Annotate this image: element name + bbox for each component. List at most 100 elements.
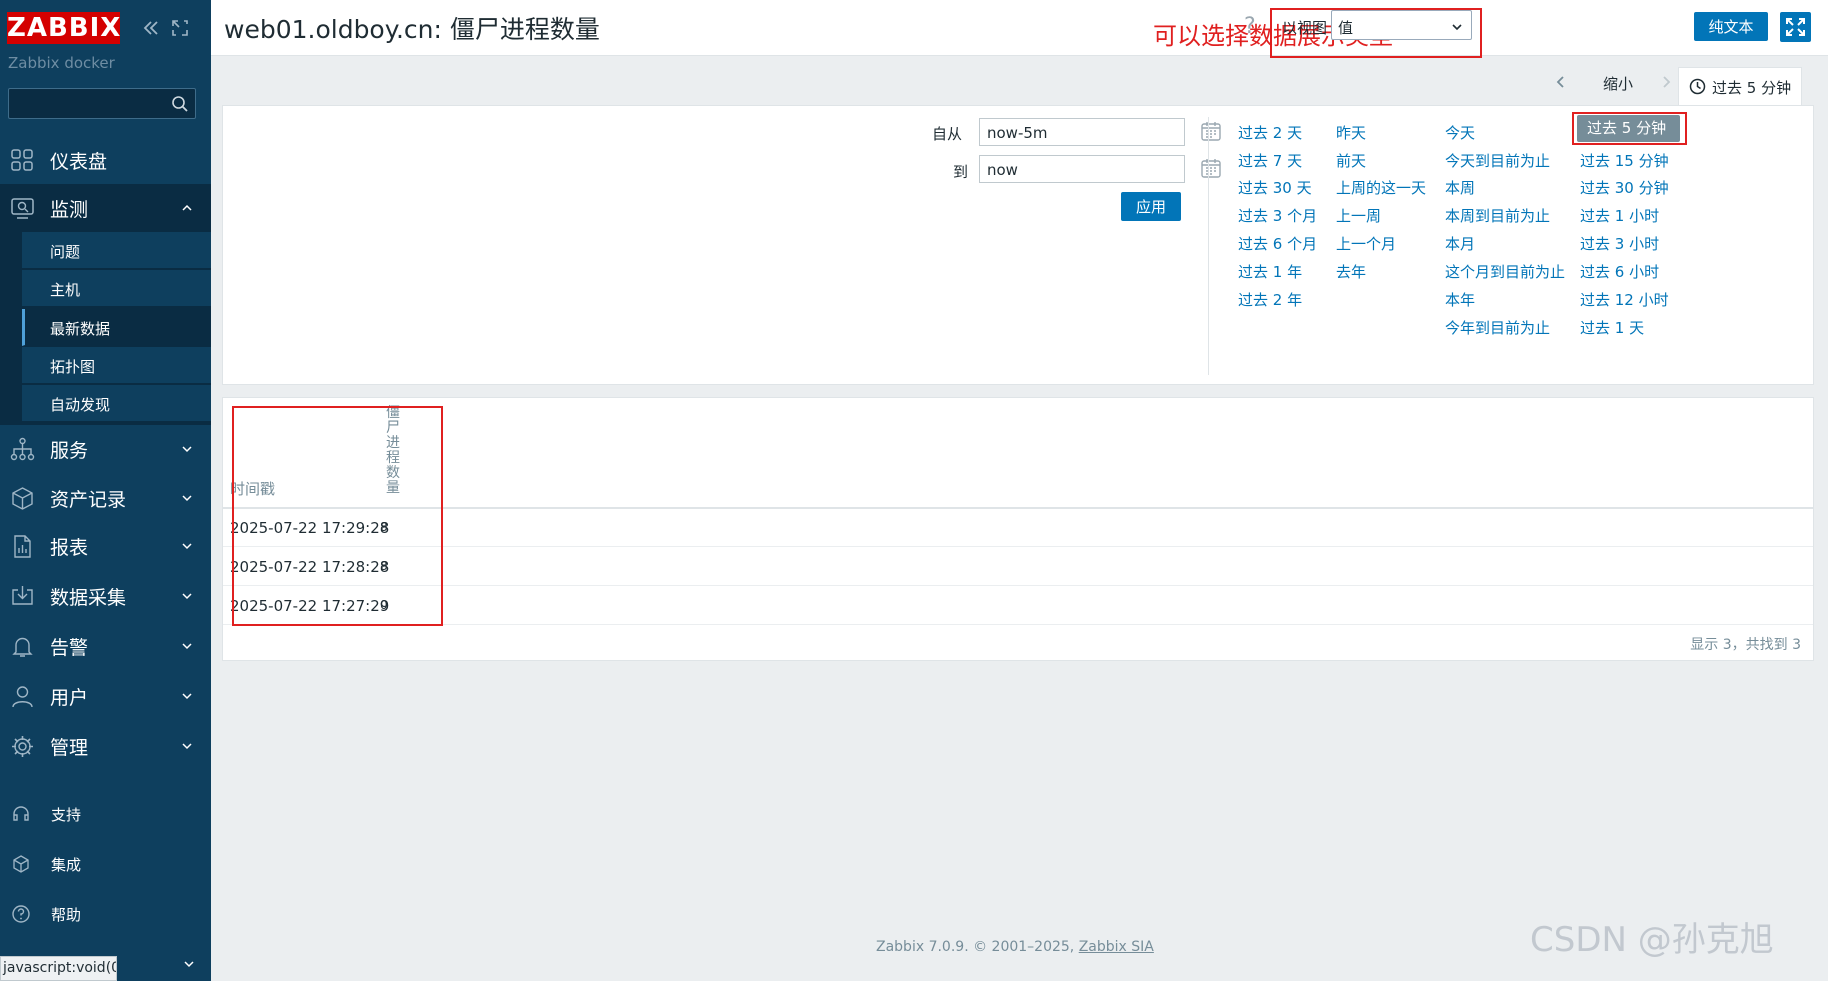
- monitoring-icon: [11, 198, 34, 219]
- to-input[interactable]: now: [979, 155, 1185, 183]
- footer-link[interactable]: Zabbix SIA: [1079, 939, 1154, 955]
- submenu-item-problems[interactable]: 问题: [22, 232, 211, 269]
- nav-services[interactable]: 服务: [0, 425, 211, 473]
- nav-monitoring[interactable]: 监测: [0, 184, 211, 232]
- dashboard-icon: [11, 149, 33, 171]
- nav-label: 报表: [50, 536, 89, 559]
- zabbix-logo[interactable]: ZABBIX: [7, 12, 120, 44]
- from-label: 自从: [932, 125, 963, 143]
- chevron-down-icon: [182, 693, 192, 700]
- nav-label: 支持: [51, 806, 82, 824]
- chevron-down-icon: [182, 543, 192, 550]
- time-tab-label: 过去 5 分钟: [1712, 79, 1792, 97]
- nav-dashboard[interactable]: 仪表盘: [0, 136, 211, 184]
- quick-range-link[interactable]: 过去 12 小时: [1580, 289, 1669, 310]
- quick-range-link[interactable]: 本周: [1445, 177, 1475, 198]
- divider: [1208, 117, 1209, 375]
- nav-help[interactable]: 帮助: [0, 894, 211, 934]
- nav-label: 服务: [50, 439, 89, 462]
- help-icon: [12, 905, 30, 923]
- quick-range-link[interactable]: 上一个月: [1336, 233, 1396, 254]
- page-title: web01.oldboy.cn: 僵尸进程数量: [224, 15, 600, 44]
- to-input-value: now: [987, 161, 1018, 179]
- watermark: CSDN @孙克旭: [1530, 920, 1774, 960]
- nav-administration[interactable]: 管理: [0, 722, 211, 770]
- from-input[interactable]: now-5m: [979, 118, 1185, 146]
- submenu-item-latest-data[interactable]: 最新数据: [22, 309, 211, 346]
- nav-support[interactable]: 支持: [0, 794, 211, 834]
- quick-range-link[interactable]: 今天到目前为止: [1445, 150, 1550, 171]
- quick-range-link[interactable]: 过去 3 个月: [1238, 205, 1317, 226]
- nav-label: 仪表盘: [50, 150, 108, 173]
- nav-reports[interactable]: 报表: [0, 522, 211, 570]
- quick-range-link[interactable]: 这个月到目前为止: [1445, 261, 1565, 282]
- quick-range-link[interactable]: 过去 30 分钟: [1580, 177, 1669, 198]
- page-footer: Zabbix 7.0.9. © 2001–2025, Zabbix SIA: [876, 939, 1154, 955]
- data-collection-icon: [12, 586, 33, 605]
- to-label: 到: [953, 163, 969, 181]
- quick-range-link[interactable]: 过去 6 个月: [1238, 233, 1317, 254]
- quick-range-link[interactable]: 去年: [1336, 261, 1366, 282]
- server-name: Zabbix docker: [8, 54, 115, 72]
- services-icon: [10, 437, 35, 461]
- quick-range-link[interactable]: 昨天: [1336, 122, 1366, 143]
- sidebar-search-input[interactable]: [8, 88, 196, 119]
- submenu-label: 最新数据: [50, 320, 111, 338]
- view-as-select[interactable]: 值: [1331, 10, 1472, 40]
- submenu-item-hosts[interactable]: 主机: [22, 270, 211, 307]
- quick-range-link[interactable]: 过去 1 小时: [1580, 205, 1659, 226]
- fullscreen-icon: [1786, 18, 1805, 36]
- kiosk-mode-icon[interactable]: [170, 18, 190, 38]
- search-icon[interactable]: [171, 95, 189, 113]
- zoom-out-button[interactable]: 缩小: [1603, 73, 1633, 94]
- nav-inventory[interactable]: 资产记录: [0, 474, 211, 522]
- sidebar: ZABBIX Zabbix docker 仪表盘 监测 问题 主机 最新数据 拓…: [0, 0, 211, 981]
- quick-range-link[interactable]: 过去 2 年: [1238, 289, 1302, 310]
- page-header: web01.oldboy.cn: 僵尸进程数量 可以选择数据展示类型: [211, 0, 1828, 56]
- apply-button[interactable]: 应用: [1121, 192, 1181, 221]
- quick-range-link[interactable]: 本月: [1445, 233, 1475, 254]
- plain-text-button[interactable]: 纯文本: [1694, 12, 1768, 41]
- collapse-sidebar-icon[interactable]: [141, 18, 161, 38]
- quick-range-link[interactable]: 今天: [1445, 122, 1475, 143]
- quick-range-link[interactable]: 前天: [1336, 150, 1366, 171]
- history-table: 时间戳 僵尸进程数量 2025-07-22 17:29:28 8 2025-07…: [222, 397, 1814, 661]
- quick-range-link[interactable]: 本年: [1445, 289, 1475, 310]
- inventory-icon: [12, 487, 33, 510]
- table-row: 2025-07-22 17:29:28 8: [223, 509, 1813, 547]
- user-icon: [12, 686, 33, 708]
- quick-range-link[interactable]: 今年到目前为止: [1445, 317, 1550, 338]
- quick-range-link[interactable]: 过去 7 天: [1238, 150, 1302, 171]
- gear-icon: [12, 736, 33, 757]
- quick-range-link[interactable]: 过去 6 小时: [1580, 261, 1659, 282]
- quick-range-link[interactable]: 上一周: [1336, 205, 1381, 226]
- headset-icon: [13, 806, 29, 821]
- quick-range-link[interactable]: 上周的这一天: [1336, 177, 1426, 198]
- question-icon[interactable]: ?: [1244, 14, 1256, 39]
- quick-range-link[interactable]: 过去 1 年: [1238, 261, 1302, 282]
- chevron-down-icon[interactable]: [183, 958, 195, 970]
- nav-label: 帮助: [51, 906, 82, 924]
- chevron-left-icon[interactable]: [1554, 75, 1568, 89]
- quick-range-link[interactable]: 过去 1 天: [1580, 317, 1644, 338]
- quick-range-link[interactable]: 过去 3 小时: [1580, 233, 1659, 254]
- quick-range-link[interactable]: 本周到目前为止: [1445, 205, 1550, 226]
- time-filter-tab[interactable]: 过去 5 分钟: [1678, 67, 1802, 105]
- chevron-down-icon: [182, 593, 192, 600]
- calendar-icon[interactable]: [1200, 157, 1222, 179]
- nav-users[interactable]: 用户: [0, 672, 211, 720]
- fullscreen-button[interactable]: [1780, 12, 1811, 42]
- time-filter-content: 自从 now-5m 到 now 应用 过去 2 天 过去 7 天 过去 30 天…: [222, 105, 1814, 385]
- nav-label: 数据采集: [50, 586, 127, 609]
- calendar-icon[interactable]: [1200, 120, 1222, 142]
- submenu-item-discovery[interactable]: 自动发现: [22, 385, 211, 422]
- nav-alerts[interactable]: 告警: [0, 622, 211, 670]
- quick-range-link[interactable]: 过去 2 天: [1238, 122, 1302, 143]
- submenu-item-maps[interactable]: 拓扑图: [22, 347, 211, 384]
- footer-text: Zabbix 7.0.9. © 2001–2025,: [876, 939, 1079, 955]
- quick-range-link[interactable]: 过去 15 分钟: [1580, 150, 1669, 171]
- nav-integrations[interactable]: 集成: [0, 844, 211, 884]
- chevron-right-icon[interactable]: [1659, 75, 1673, 89]
- nav-data-collection[interactable]: 数据采集: [0, 572, 211, 620]
- quick-range-link[interactable]: 过去 30 天: [1238, 177, 1312, 198]
